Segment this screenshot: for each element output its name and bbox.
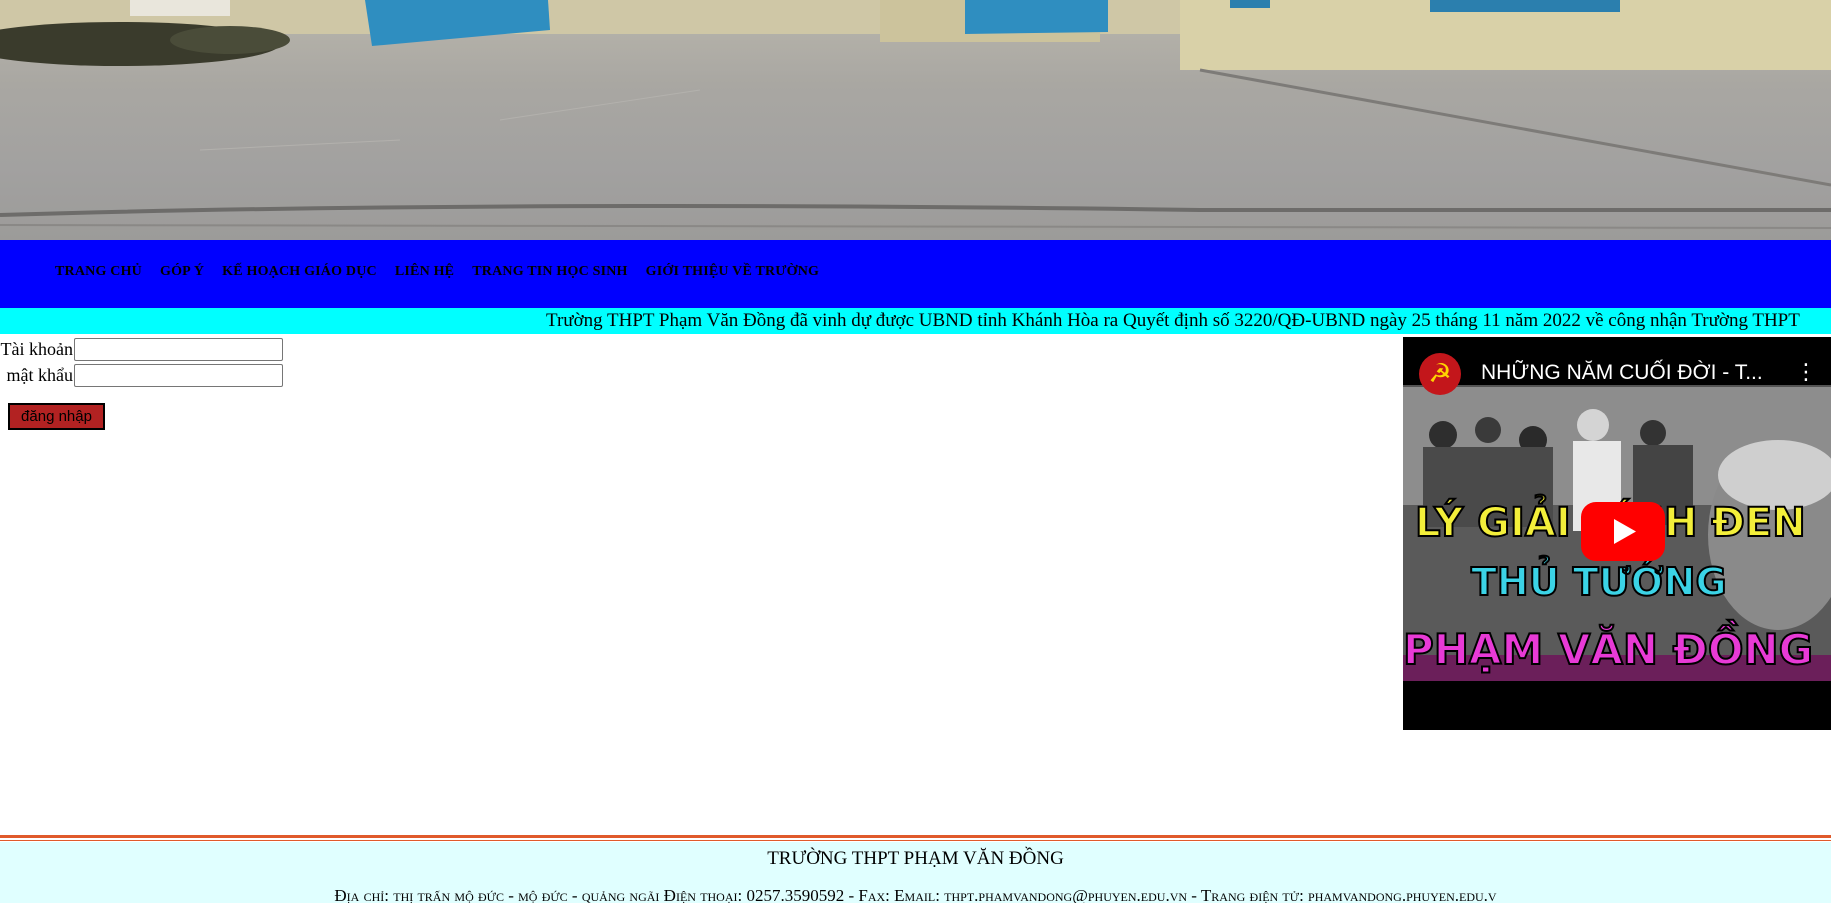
channel-avatar-icon[interactable]: ☭	[1419, 353, 1461, 395]
more-options-icon[interactable]: ⋮	[1795, 359, 1817, 387]
play-button-icon[interactable]	[1581, 502, 1665, 561]
thumbnail-line-2: THỦ TƯỚNG	[1470, 559, 1728, 605]
footer-address: Địa chỉ: thị trấn mộ đức - mộ đức - quản…	[334, 886, 1497, 903]
announcement-marquee: Trường THPT Phạm Văn Đồng đã vinh dự đượ…	[0, 308, 1831, 334]
thumbnail-line-3: PHẠM VĂN ĐỒNG	[1403, 624, 1814, 675]
announcement-text: Trường THPT Phạm Văn Đồng đã vinh dự đượ…	[546, 310, 1800, 331]
embedded-video[interactable]: LÝ GIẢI KÍNH ĐEN THỦ TƯỚNG PHẠM VĂN ĐỒNG…	[1403, 337, 1831, 730]
nav-item-student-news[interactable]: Trang tin học sinh	[472, 264, 627, 280]
username-input[interactable]	[74, 337, 283, 361]
nav-item-education-plan[interactable]: Kế hoạch giáo dục	[222, 264, 377, 280]
nav-item-feedback[interactable]: Góp ý	[160, 264, 204, 280]
nav-item-contact[interactable]: Liên hệ	[395, 264, 454, 280]
nav-item-about-school[interactable]: Giới thiệu về trường	[646, 264, 819, 280]
footer: TRƯỜNG THPT PHẠM VĂN ĐỒNG Địa chỉ: thị t…	[0, 842, 1831, 903]
password-input[interactable]	[74, 363, 283, 387]
username-label: Tài khoản	[0, 338, 73, 359]
login-button[interactable]: đăng nhập	[8, 403, 105, 430]
footer-school-name: TRƯỜNG THPT PHẠM VĂN ĐỒNG	[767, 848, 1064, 869]
header-banner-image	[0, 0, 1831, 240]
footer-rule-top	[0, 835, 1831, 838]
username-row: Tài khoản	[0, 336, 283, 362]
video-title[interactable]: NHỮNG NĂM CUỐI ĐỜI - T...	[1481, 361, 1763, 385]
page: Trang chủ Góp ý Kế hoạch giáo dục Liên h…	[0, 0, 1831, 903]
password-label: mật khẩu	[6, 364, 73, 385]
password-row: mật khẩu	[0, 362, 283, 388]
footer-rule-bottom	[0, 840, 1831, 841]
nav-item-home[interactable]: Trang chủ	[55, 264, 142, 280]
main-nav: Trang chủ Góp ý Kế hoạch giáo dục Liên h…	[0, 240, 1831, 308]
